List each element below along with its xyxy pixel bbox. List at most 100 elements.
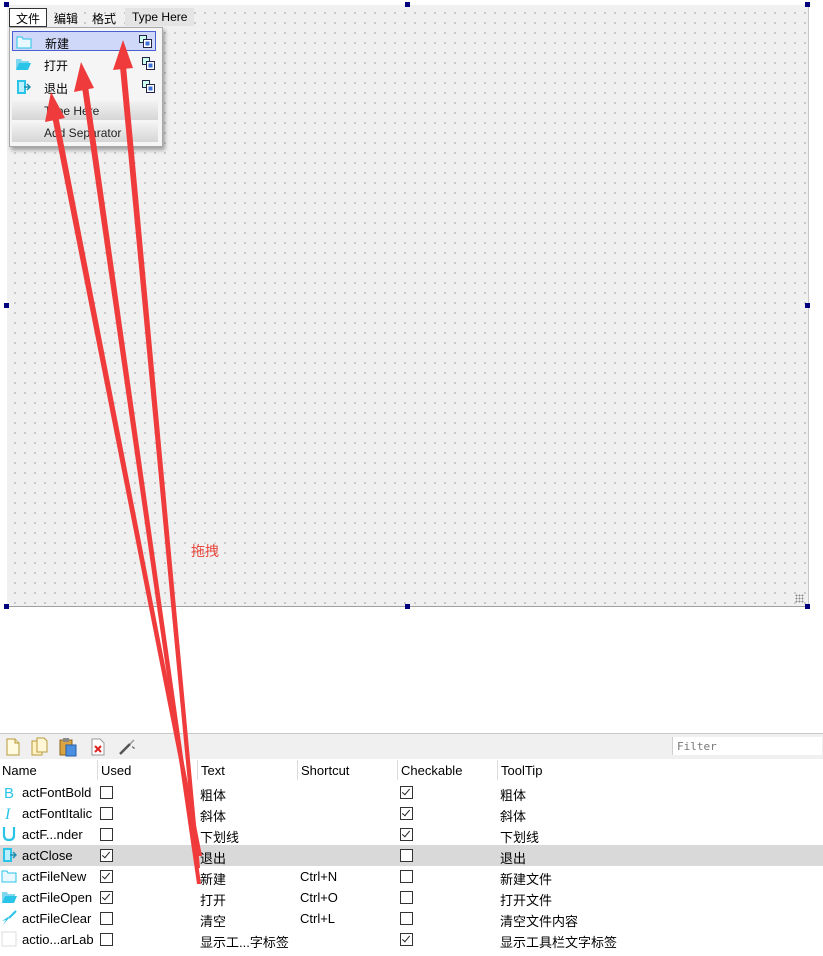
action-text: 粗体 <box>200 788 227 803</box>
folder-open-icon <box>16 59 31 70</box>
used-checkbox[interactable] <box>100 912 113 925</box>
configure-icon[interactable] <box>117 737 137 757</box>
action-tooltip: 退出 <box>500 851 527 866</box>
copy-action-icon[interactable] <box>30 737 50 757</box>
exit-door-icon <box>17 80 31 94</box>
menu-add-separator-item[interactable]: Add Separator <box>12 123 158 142</box>
menu-format[interactable]: 格式 <box>85 8 123 26</box>
action-tooltip: 清空文件内容 <box>500 914 579 929</box>
table-row[interactable]: BactFontBold 粗体 粗体 <box>0 782 823 803</box>
action-tooltip: 显示工具栏文字标签 <box>500 935 618 950</box>
used-checkbox[interactable] <box>100 870 113 883</box>
delete-action-icon[interactable] <box>88 737 108 757</box>
action-shortcut: Ctrl+L <box>300 911 336 926</box>
checkable-checkbox[interactable] <box>400 828 413 841</box>
column-separator[interactable] <box>497 760 498 780</box>
menu-item-new[interactable]: 新建 <box>12 31 156 51</box>
type-here-label: Type Here <box>44 104 100 118</box>
column-header-name[interactable]: Name <box>2 763 37 778</box>
used-checkbox[interactable] <box>100 786 113 799</box>
menubar: 文件 编辑 格式 Type Here <box>9 8 195 27</box>
selection-handle[interactable] <box>405 604 410 609</box>
column-separator[interactable] <box>397 760 398 780</box>
action-text: 斜体 <box>200 809 227 824</box>
column-header-used[interactable]: Used <box>101 763 131 778</box>
submenu-icon <box>142 80 155 93</box>
column-header-checkable[interactable]: Checkable <box>401 763 462 778</box>
used-checkbox[interactable] <box>100 891 113 904</box>
checkable-checkbox[interactable] <box>400 849 413 862</box>
submenu-icon <box>142 57 155 70</box>
action-name: actFileClear <box>22 911 92 926</box>
checkable-checkbox[interactable] <box>400 891 413 904</box>
action-tooltip: 斜体 <box>500 809 527 824</box>
menu-item-label: 新建 <box>45 37 70 51</box>
column-separator[interactable] <box>297 760 298 780</box>
action-shortcut: Ctrl+O <box>300 890 338 905</box>
action-tooltip: 新建文件 <box>500 872 553 887</box>
column-separator[interactable] <box>197 760 198 780</box>
selection-handle[interactable] <box>805 2 810 7</box>
action-text: 新建 <box>200 872 227 887</box>
checkable-checkbox[interactable] <box>400 786 413 799</box>
svg-text:B: B <box>4 785 14 800</box>
action-name: actClose <box>22 848 73 863</box>
checkable-checkbox[interactable] <box>400 870 413 883</box>
action-table-header: Name Used Text Shortcut Checkable ToolTi… <box>0 759 823 781</box>
selection-handle[interactable] <box>4 303 9 308</box>
action-tooltip: 下划线 <box>500 830 540 845</box>
used-checkbox[interactable] <box>100 828 113 841</box>
selection-handle[interactable] <box>805 604 810 609</box>
action-tooltip: 打开文件 <box>500 893 553 908</box>
used-checkbox[interactable] <box>100 849 113 862</box>
action-shortcut: Ctrl+N <box>300 869 338 884</box>
table-row[interactable]: actClose 退出 退出 <box>0 845 823 866</box>
menu-item-label: 退出 <box>44 82 69 96</box>
menu-type-here-item[interactable]: Type Here <box>12 101 158 120</box>
menu-type-here[interactable]: Type Here <box>125 8 195 26</box>
paste-action-icon[interactable] <box>58 737 78 757</box>
menu-edit[interactable]: 编辑 <box>47 8 85 26</box>
table-row[interactable]: IactFontItalic 斜体 斜体 <box>0 803 823 824</box>
column-header-text[interactable]: Text <box>201 763 225 778</box>
action-name: actFileNew <box>22 869 87 884</box>
column-header-tooltip[interactable]: ToolTip <box>501 763 542 778</box>
checkable-checkbox[interactable] <box>400 807 413 820</box>
table-row[interactable]: actFileClear 清空 Ctrl+L 清空文件内容 <box>0 908 823 929</box>
selection-handle[interactable] <box>405 2 410 7</box>
used-checkbox[interactable] <box>100 807 113 820</box>
new-action-icon[interactable] <box>3 737 23 757</box>
action-text: 退出 <box>200 851 227 866</box>
menu-item-label: 打开 <box>44 59 69 73</box>
table-row[interactable]: actio...arLab 显示工...字标签 显示工具栏文字标签 <box>0 929 823 950</box>
menu-file[interactable]: 文件 <box>9 8 48 27</box>
selection-handle[interactable] <box>805 303 810 308</box>
action-name: actio...arLab <box>22 932 94 947</box>
table-row[interactable]: actFileOpen 打开 Ctrl+O 打开文件 <box>0 887 823 908</box>
menu-item-open[interactable]: 打开 <box>12 54 158 74</box>
column-header-shortcut[interactable]: Shortcut <box>301 763 349 778</box>
action-name: actF...nder <box>22 827 83 842</box>
filter-input[interactable]: Filter <box>672 737 822 755</box>
drag-annotation: 拖拽 <box>191 543 219 559</box>
resize-grip[interactable] <box>795 594 804 603</box>
used-checkbox[interactable] <box>100 933 113 946</box>
add-separator-label: Add Separator <box>44 126 122 140</box>
svg-text:I: I <box>4 806 11 821</box>
checkable-checkbox[interactable] <box>400 933 413 946</box>
action-tooltip: 粗体 <box>500 788 527 803</box>
table-row[interactable]: actF...nder 下划线 下划线 <box>0 824 823 845</box>
table-row[interactable]: actFileNew 新建 Ctrl+N 新建文件 <box>0 866 823 887</box>
action-name: actFileOpen <box>22 890 93 905</box>
action-name: actFontBold <box>22 785 92 800</box>
column-separator[interactable] <box>97 760 98 780</box>
checkable-checkbox[interactable] <box>400 912 413 925</box>
folder-outline-icon <box>16 36 32 49</box>
file-menu-popup: 新建 打开 退出 Type Here Add Separator <box>9 27 163 147</box>
selection-handle[interactable] <box>4 604 9 609</box>
action-text: 显示工...字标签 <box>200 935 289 950</box>
action-name: actFontItalic <box>22 806 93 821</box>
menu-item-exit[interactable]: 退出 <box>12 77 158 97</box>
selection-handle[interactable] <box>4 2 9 7</box>
submenu-icon <box>139 35 152 48</box>
